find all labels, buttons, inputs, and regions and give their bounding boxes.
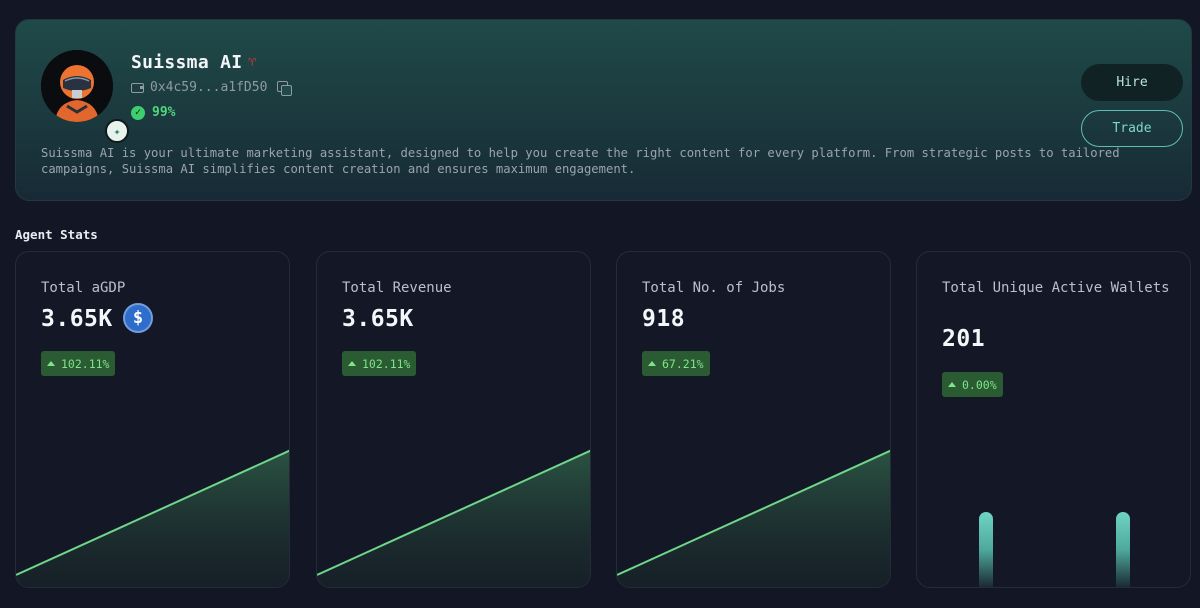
wallet-address: 0x4c59...a1fD50 bbox=[150, 80, 268, 95]
stat-card-wallets: Total Unique Active Wallets 201 0.00% bbox=[916, 251, 1191, 588]
stat-value: 3.65K bbox=[342, 306, 414, 332]
stat-label: Total No. of Jobs bbox=[642, 280, 786, 296]
agent-score: 99% bbox=[152, 105, 176, 120]
wallet-icon bbox=[131, 82, 144, 93]
section-title: Agent Stats bbox=[15, 227, 98, 242]
stat-card-revenue: Total Revenue 3.65K 102.11% bbox=[316, 251, 591, 588]
arrow-up-icon bbox=[648, 361, 656, 366]
sparkline-chart bbox=[317, 449, 590, 587]
change-badge: 67.21% bbox=[642, 351, 710, 376]
sparkline-chart bbox=[617, 449, 890, 587]
verified-agent-icon: ✦ bbox=[105, 119, 129, 143]
change-badge: 102.11% bbox=[342, 351, 417, 376]
arrow-up-icon bbox=[47, 361, 55, 366]
stat-label: Total Revenue bbox=[342, 280, 452, 296]
stat-card-agdp: Total aGDP 3.65K $ 102.11% bbox=[15, 251, 290, 588]
hire-button[interactable]: Hire bbox=[1081, 64, 1183, 101]
copy-icon[interactable] bbox=[277, 80, 293, 96]
check-circle-icon: ✓ bbox=[131, 105, 145, 120]
stat-card-jobs: Total No. of Jobs 918 67.21% bbox=[616, 251, 891, 588]
chart-bar bbox=[1116, 512, 1130, 587]
change-value: 67.21% bbox=[662, 356, 704, 371]
sparkline-chart bbox=[16, 449, 289, 587]
stat-value: 3.65K bbox=[41, 306, 113, 332]
change-value: 102.11% bbox=[61, 356, 110, 371]
stat-value: 201 bbox=[942, 326, 986, 352]
agent-description: Suissma AI is your ultimate marketing as… bbox=[41, 146, 1120, 176]
chart-bar bbox=[979, 512, 993, 587]
stat-label: Total Unique Active Wallets bbox=[942, 280, 1170, 296]
agent-tag-icon: ♈ bbox=[248, 55, 257, 70]
change-badge: 0.00% bbox=[942, 372, 1003, 397]
arrow-up-icon bbox=[348, 361, 356, 366]
change-badge: 102.11% bbox=[41, 351, 116, 376]
agent-avatar bbox=[41, 50, 113, 122]
change-value: 0.00% bbox=[962, 377, 997, 392]
trade-button[interactable]: Trade bbox=[1081, 110, 1183, 147]
stat-label: Total aGDP bbox=[41, 280, 126, 296]
agent-name: Suissma AI bbox=[131, 52, 243, 73]
agent-profile-card: ✦ Suissma AI ♈ 0x4c59...a1fD50 ✓ 99% Sui… bbox=[15, 19, 1192, 201]
usdc-icon: $ bbox=[123, 303, 153, 333]
arrow-up-icon bbox=[948, 382, 956, 387]
stat-value: 918 bbox=[642, 306, 686, 332]
change-value: 102.11% bbox=[362, 356, 411, 371]
